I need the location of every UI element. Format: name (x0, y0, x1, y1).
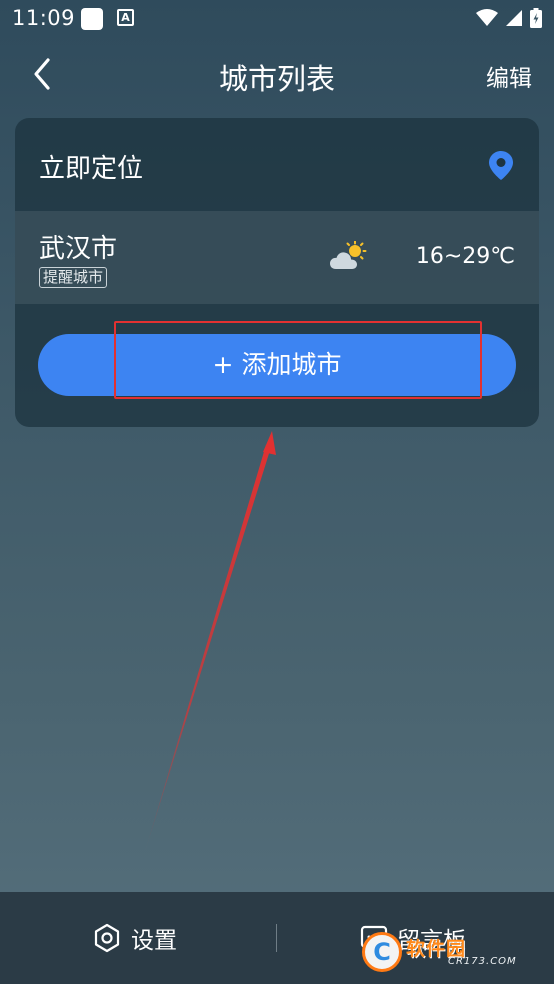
notification-a-icon: A (117, 9, 134, 26)
watermark-site: CR173.COM (448, 956, 517, 967)
tab-divider (276, 924, 277, 952)
header: 城市列表 编辑 (0, 40, 554, 110)
edit-button[interactable]: 编辑 (486, 59, 532, 93)
temperature-range: 16~29℃ (415, 244, 515, 269)
partly-cloudy-icon (330, 241, 367, 269)
settings-icon (94, 923, 120, 953)
locate-now-label: 立即定位 (39, 154, 144, 184)
battery-icon (530, 8, 542, 28)
city-name: 武汉市 (39, 234, 118, 264)
back-button[interactable] (26, 54, 62, 94)
status-time: 11:09 (12, 6, 76, 30)
settings-label: 设置 (131, 928, 177, 954)
watermark-logo-icon: C (362, 932, 402, 972)
notification-icon (81, 8, 103, 30)
city-row[interactable]: 武汉市 提醒城市 16~29℃ (15, 211, 539, 304)
status-bar: 11:09 A (0, 0, 554, 38)
add-city-button[interactable]: + 添加城市 (38, 334, 516, 396)
city-list-card: 立即定位 武汉市 提醒城市 16~29℃ + 添加城市 (15, 118, 539, 427)
signal-icon (506, 10, 522, 26)
status-icons (476, 8, 542, 28)
wifi-icon (476, 9, 498, 26)
chevron-left-icon (34, 58, 50, 90)
location-pin-icon (489, 151, 513, 180)
reminder-city-badge: 提醒城市 (39, 267, 108, 288)
page-title: 城市列表 (218, 62, 335, 96)
watermark-logo: C 软件园 CR173.COM (362, 930, 537, 974)
locate-now-row[interactable]: 立即定位 (15, 118, 539, 211)
settings-tab[interactable]: 设置 (92, 920, 177, 956)
